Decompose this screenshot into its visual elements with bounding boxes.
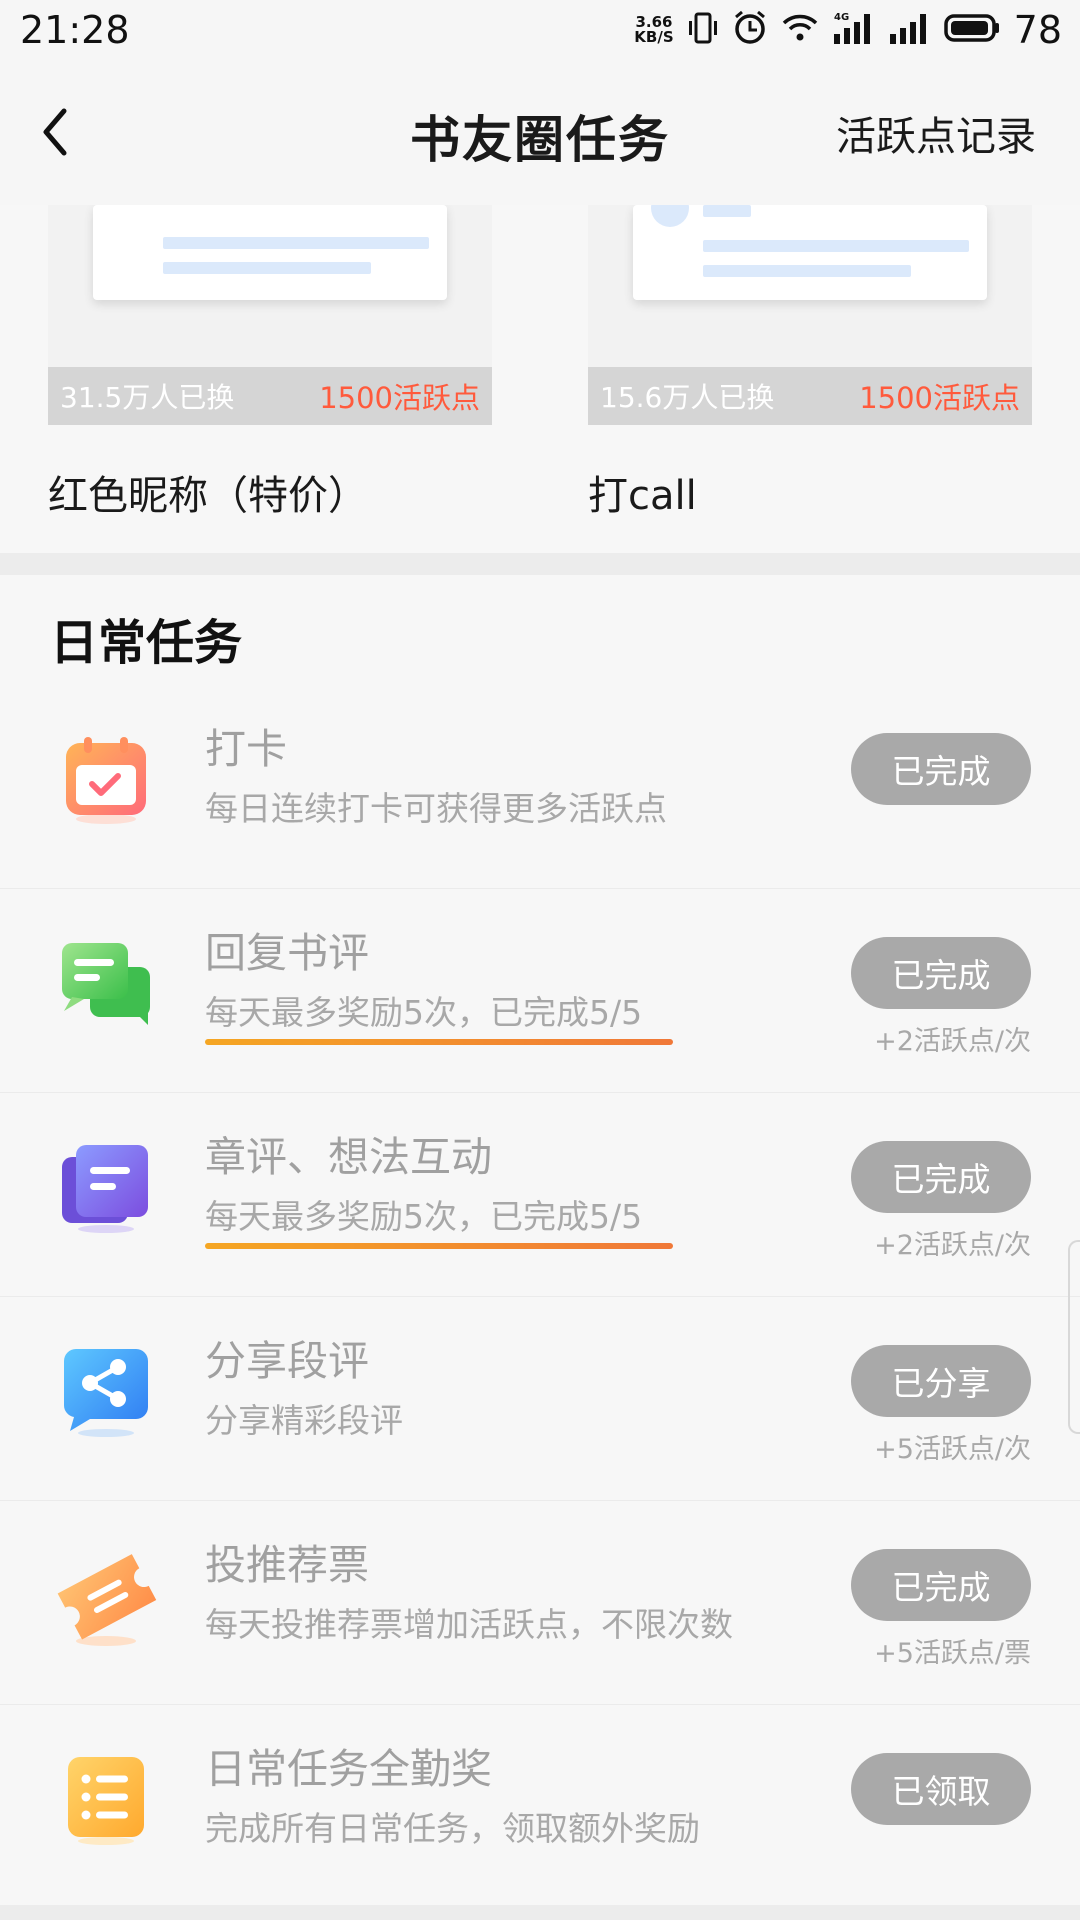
task-item-reply-review: 回复书评 每天最多奖励5次，已完成5/5 已完成 +2活跃点/次 (0, 889, 1080, 1093)
vibrate-icon (688, 11, 718, 49)
status-icons: 3.66 KB/S 4G 78 (634, 6, 1062, 54)
chat-bubble-icon (60, 937, 152, 1029)
bottom-divider (0, 1905, 1080, 1920)
reward-preview-card (633, 205, 987, 300)
wifi-icon (782, 13, 818, 47)
task-name: 投推荐票 (205, 1541, 369, 1589)
task-description: 完成所有日常任务，领取额外奖励 (205, 1809, 700, 1848)
task-item-attendance-bonus: 日常任务全勤奖 完成所有日常任务，领取额外奖励 已领取 (0, 1705, 1080, 1909)
reward-shop-row: 31.5万人已换 1500活跃点 红色昵称（特价） 15.6万人已换 1500活… (0, 205, 1080, 553)
task-reward-label: +2活跃点/次 (874, 1026, 1031, 1057)
task-item-chapter-comment: 章评、想法互动 每天最多奖励5次，已完成5/5 已完成 +2活跃点/次 (0, 1093, 1080, 1297)
speed-unit: KB/S (634, 28, 674, 46)
task-item-checkin: 打卡 每日连续打卡可获得更多活跃点 已完成 (0, 685, 1080, 889)
network-speed: 3.66 KB/S (634, 15, 673, 45)
task-status-button[interactable]: 已领取 (851, 1753, 1031, 1825)
section-title: 日常任务 (50, 615, 243, 671)
list-icon (60, 1753, 152, 1845)
task-reward-label: +5活跃点/票 (874, 1638, 1031, 1669)
task-reward-label: +5活跃点/次 (874, 1434, 1031, 1465)
task-progress-bar (205, 1243, 673, 1249)
status-bar: 21:28 3.66 KB/S 4G 78 (0, 0, 1080, 62)
task-description: 每天投推荐票增加活跃点，不限次数 (205, 1605, 733, 1644)
reward-exchange-count: 31.5万人已换 (60, 381, 235, 414)
reward-title: 打call (588, 473, 697, 519)
task-description: 每日连续打卡可获得更多活跃点 (205, 789, 667, 828)
reward-exchange-count: 15.6万人已换 (600, 381, 775, 414)
scroll-indicator[interactable] (1068, 1240, 1080, 1434)
status-time: 21:28 (20, 8, 130, 52)
comment-card-icon (60, 1141, 152, 1233)
task-name: 分享段评 (205, 1337, 369, 1385)
task-reward-label: +2活跃点/次 (874, 1230, 1031, 1261)
task-name: 回复书评 (205, 929, 369, 977)
signal-4g-icon: 4G (832, 10, 874, 50)
battery-icon (943, 13, 1000, 47)
daily-tasks-section: 日常任务 打卡 每日连续打卡可获得更多活跃点 已完成 回复书评 每天最多奖励5次… (0, 575, 1080, 1905)
task-status-button[interactable]: 已完成 (851, 1549, 1031, 1621)
task-item-share-review: 分享段评 分享精彩段评 已分享 +5活跃点/次 (0, 1297, 1080, 1501)
section-divider (0, 553, 1080, 575)
reward-card[interactable]: 15.6万人已换 1500活跃点 打call (588, 205, 1032, 521)
reward-cost: 1500活跃点 (319, 381, 480, 415)
reward-thumbnail: 15.6万人已换 1500活跃点 (588, 205, 1032, 425)
reward-info-strip: 31.5万人已换 1500活跃点 (48, 367, 492, 425)
task-status-button[interactable]: 已完成 (851, 1141, 1031, 1213)
alarm-icon (732, 10, 768, 50)
task-progress-bar (205, 1039, 673, 1045)
task-description: 每天最多奖励5次，已完成5/5 (205, 993, 643, 1032)
task-description: 分享精彩段评 (205, 1401, 403, 1440)
ticket-icon (54, 1549, 157, 1646)
task-name: 章评、想法互动 (205, 1133, 492, 1181)
reward-title: 红色昵称（特价） (48, 473, 368, 519)
task-name: 打卡 (205, 725, 287, 773)
task-status-button[interactable]: 已分享 (851, 1345, 1031, 1417)
calendar-check-icon (60, 733, 152, 825)
reward-info-strip: 15.6万人已换 1500活跃点 (588, 367, 1032, 425)
title-bar: 书友圈任务 活跃点记录 (0, 92, 1080, 172)
task-status-button[interactable]: 已完成 (851, 937, 1031, 1009)
share-icon (60, 1345, 152, 1437)
reward-thumbnail: 31.5万人已换 1500活跃点 (48, 205, 492, 425)
svg-text:4G: 4G (834, 12, 849, 23)
task-status-button[interactable]: 已完成 (851, 733, 1031, 805)
task-name: 日常任务全勤奖 (205, 1745, 492, 1793)
reward-preview-card (93, 205, 447, 300)
task-item-vote: 投推荐票 每天投推荐票增加活跃点，不限次数 已完成 +5活跃点/票 (0, 1501, 1080, 1705)
battery-level: 78 (1013, 8, 1062, 52)
reward-card[interactable]: 31.5万人已换 1500活跃点 红色昵称（特价） (48, 205, 492, 521)
activity-record-link[interactable]: 活跃点记录 (836, 104, 1036, 162)
task-description: 每天最多奖励5次，已完成5/5 (205, 1197, 643, 1236)
reward-cost: 1500活跃点 (859, 381, 1020, 415)
signal-icon (888, 10, 930, 50)
